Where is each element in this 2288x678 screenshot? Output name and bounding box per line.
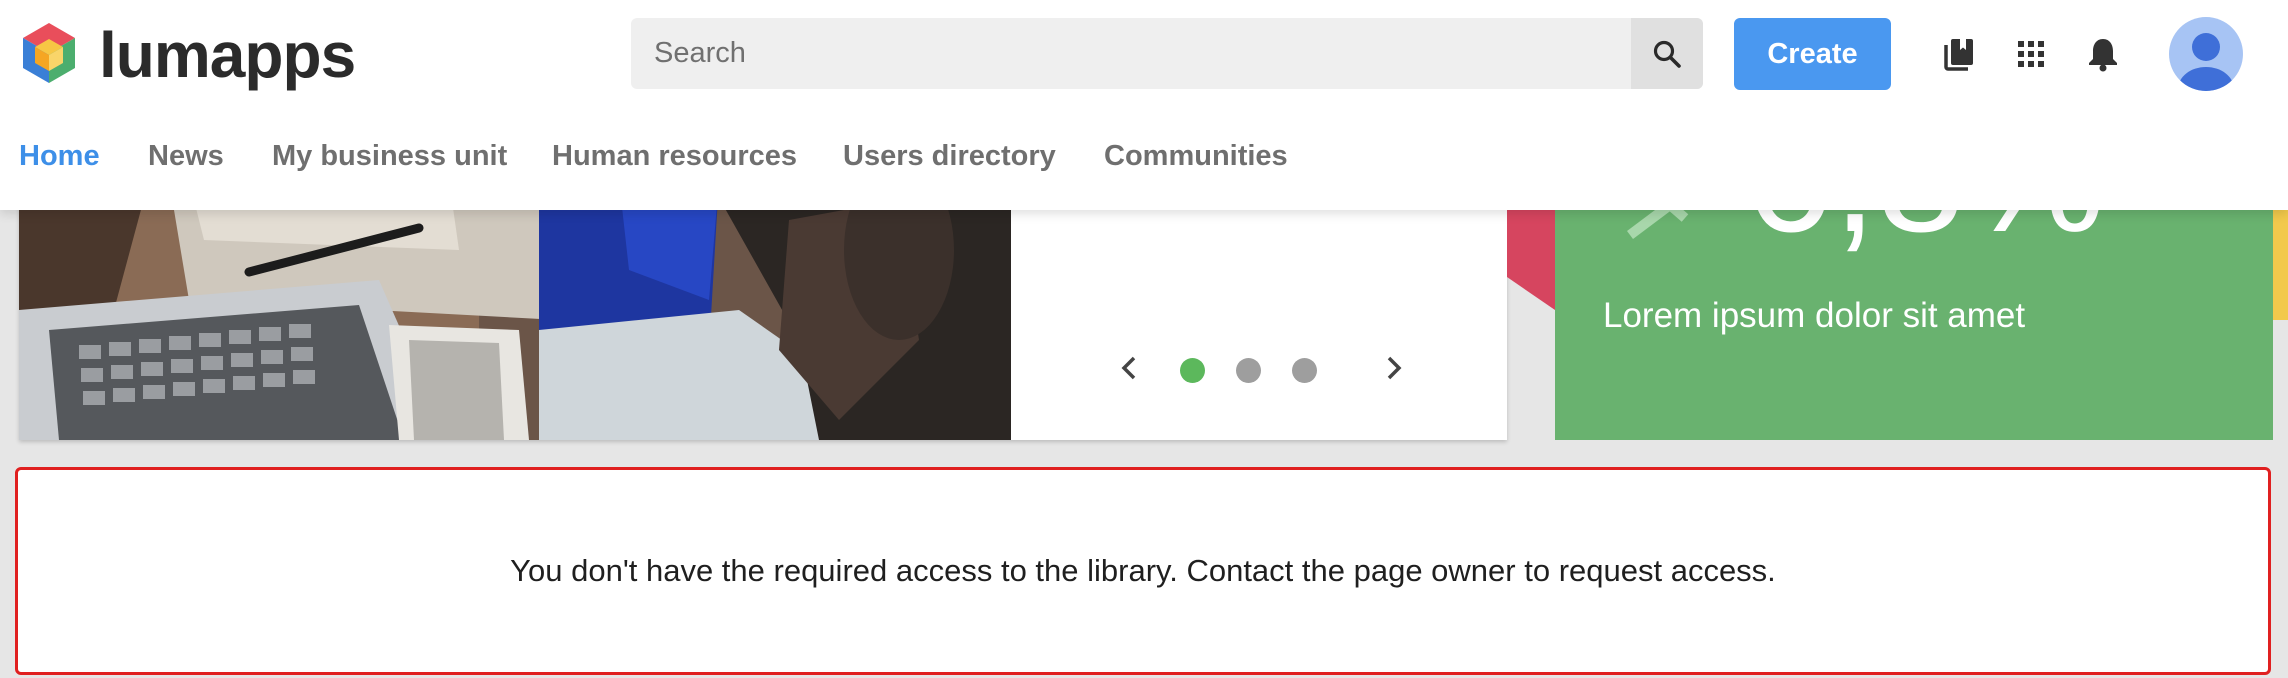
library-icon	[1944, 39, 1973, 71]
carousel-next-button[interactable]	[1374, 348, 1414, 388]
notifications-button[interactable]	[2081, 32, 2125, 76]
carousel-dot-2[interactable]	[1236, 358, 1261, 383]
apps-grid-icon	[2018, 41, 2044, 67]
lumapps-logo-icon	[23, 23, 75, 83]
carousel-prev-button[interactable]	[1109, 348, 1149, 388]
chevron-right-icon	[1387, 356, 1402, 380]
search-input[interactable]	[631, 18, 1631, 89]
search-bar	[631, 18, 1703, 89]
alert-message: You don't have the required access to th…	[510, 553, 1776, 588]
library-button[interactable]	[1937, 32, 1981, 76]
decorative-red-widget	[1507, 200, 1555, 310]
stat-label: Lorem ipsum dolor sit amet	[1603, 296, 2026, 335]
search-icon	[1653, 40, 1681, 68]
nav-item-my-business-unit[interactable]: My business unit	[272, 140, 507, 173]
carousel-dot-1[interactable]	[1180, 358, 1205, 383]
carousel-controls	[1109, 348, 1439, 388]
brand-logo[interactable]: lumapps	[17, 19, 356, 91]
nav-item-news[interactable]: News	[148, 140, 224, 173]
nav-item-human-resources[interactable]: Human resources	[552, 140, 797, 173]
user-avatar-icon	[2178, 33, 2234, 91]
carousel-slide-image[interactable]	[19, 180, 1011, 440]
nav-item-users-directory[interactable]: Users directory	[843, 140, 1056, 173]
carousel-widget	[19, 180, 1507, 440]
page: 6,8% Lorem ipsum dolor sit amet You don'…	[0, 0, 2288, 678]
library-access-alert: You don't have the required access to th…	[15, 467, 2271, 675]
search-button[interactable]	[1631, 18, 1703, 89]
create-button[interactable]: Create	[1734, 18, 1891, 90]
brand-name: lumapps	[99, 19, 356, 91]
carousel-dot-3[interactable]	[1292, 358, 1317, 383]
notifications-bell-icon	[2089, 39, 2117, 72]
apps-button[interactable]	[2009, 32, 2053, 76]
top-header: lumapps Create	[0, 0, 2288, 210]
decorative-yellow-widget	[2273, 200, 2288, 320]
nav-item-communities[interactable]: Communities	[1104, 140, 1288, 173]
chevron-left-icon	[1121, 356, 1136, 380]
nav-item-home[interactable]: Home	[19, 140, 100, 173]
user-avatar[interactable]	[2169, 17, 2243, 91]
